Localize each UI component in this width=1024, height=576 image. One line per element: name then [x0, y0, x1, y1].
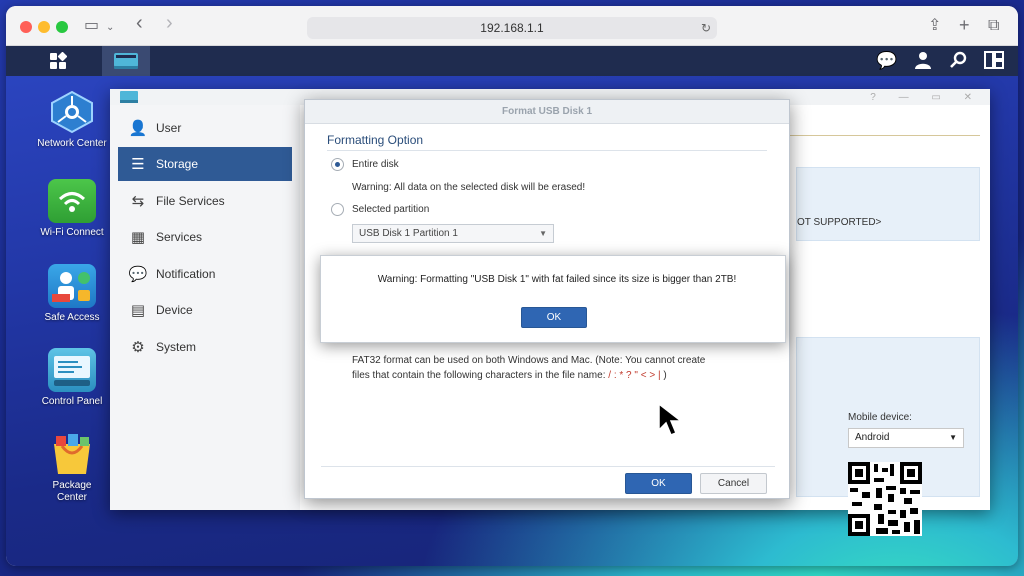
desktop-icon-control-panel[interactable]: Control Panel	[22, 348, 122, 408]
url-text: 192.168.1.1	[480, 21, 544, 35]
search-icon[interactable]	[948, 51, 970, 71]
sidebar-item-device[interactable]: ▤ Device	[118, 293, 292, 327]
sidebar-item-system[interactable]: ⚙ System	[118, 330, 292, 364]
chevron-down-icon: ▼	[539, 229, 547, 238]
user-icon: 👤	[128, 120, 148, 137]
user-account-icon[interactable]	[912, 51, 934, 71]
services-icon: ▦	[130, 229, 146, 246]
desktop-icon-label: Center	[56, 492, 87, 503]
dialog-footer-divider	[321, 466, 775, 467]
warning-alert-dialog: Warning: Formatting "USB Disk 1" with fa…	[320, 255, 786, 343]
selected-partition-radio[interactable]	[331, 203, 344, 216]
desktop-icon-label: Control Panel	[41, 396, 103, 407]
entire-disk-radio[interactable]	[331, 158, 344, 171]
minimize-window-button[interactable]	[38, 21, 50, 33]
entire-disk-label: Entire disk	[352, 159, 399, 170]
window-controls[interactable]: ? — ▭ ✕	[870, 92, 982, 103]
taskbar: 💬	[6, 46, 1018, 76]
qr-code-image	[848, 462, 922, 536]
format-ok-button[interactable]: OK	[625, 473, 692, 494]
browser-window: ▭ ⌄ ‹ › 192.168.1.1 ↻ ⇪ + ⧉ 💬 Network Ce…	[6, 6, 1018, 566]
sidebar-item-label: Notification	[156, 267, 216, 281]
mobile-device-select[interactable]: Android ▼	[848, 428, 964, 448]
erase-warning-text: Warning: All data on the selected disk w…	[352, 182, 586, 193]
reload-icon[interactable]: ↻	[701, 17, 711, 39]
desktop-icon-safe-access[interactable]: Safe Access	[22, 264, 122, 324]
taskbar-control-panel-button[interactable]	[102, 46, 150, 76]
widgets-icon[interactable]	[983, 51, 1005, 71]
desktop-icon-wifi-connect[interactable]: Wi-Fi Connect	[22, 179, 122, 239]
sidebar-item-notification[interactable]: 💬 Notification	[118, 257, 292, 291]
fat32-note-suffix: )	[663, 370, 667, 381]
formatting-option-heading: Formatting Option	[327, 133, 767, 151]
dialog-title: Format USB Disk 1	[305, 100, 789, 124]
mouse-cursor-icon	[658, 402, 683, 436]
fat32-note-prefix: files that contain the following charact…	[352, 370, 606, 381]
desktop-icon-label: Wi-Fi Connect	[40, 227, 104, 238]
partition-select-value: USB Disk 1 Partition 1	[359, 228, 458, 239]
network-center-icon	[48, 90, 96, 134]
wifi-icon	[48, 179, 96, 223]
sidebar-item-services[interactable]: ▦ Services	[118, 220, 292, 254]
fat32-note-line2: files that contain the following charact…	[352, 370, 667, 381]
sidebar-item-storage[interactable]: ☰ Storage	[118, 147, 292, 181]
forbidden-characters: / : * ? " < > |	[608, 370, 661, 381]
package-center-icon	[48, 432, 96, 476]
address-bar[interactable]: 192.168.1.1 ↻	[307, 17, 717, 39]
status-text: OT SUPPORTED>	[797, 217, 882, 228]
sidebar-item-label: Services	[156, 230, 203, 244]
mobile-device-label: Mobile device:	[848, 412, 912, 423]
tab-overview-icon[interactable]: ⧉	[988, 16, 999, 36]
chat-icon[interactable]: 💬	[876, 51, 898, 71]
file-services-icon: ⇆	[131, 193, 145, 210]
sidebar-item-label: User	[156, 121, 182, 135]
main-menu-button[interactable]	[34, 46, 82, 76]
content-divider	[790, 135, 980, 136]
share-icon[interactable]: ⇪	[928, 16, 941, 36]
back-icon[interactable]: ‹	[136, 13, 143, 33]
device-icon: ▤	[130, 302, 146, 319]
control-panel-sidebar: 👤 User ☰ Storage ⇆ File Services ▦ Servi…	[110, 105, 300, 510]
sidebar-toggle-icon[interactable]: ▭	[84, 16, 99, 36]
close-window-button[interactable]	[20, 21, 32, 33]
desktop-icon-label: Network Center	[37, 138, 107, 149]
desktop-icon-network-center[interactable]: Network Center	[22, 90, 122, 150]
zoom-window-button[interactable]	[56, 21, 68, 33]
chevron-down-icon[interactable]: ⌄	[106, 18, 114, 38]
selected-partition-label: Selected partition	[352, 204, 430, 215]
dsm-desktop: 💬 Network Center Wi-Fi Connect Safe Acce…	[6, 46, 1018, 566]
safe-access-icon	[48, 264, 96, 308]
desktop-icon-package-center[interactable]: Package Center	[22, 432, 122, 504]
sidebar-item-label: Storage	[156, 157, 199, 171]
alert-message: Warning: Formatting "USB Disk 1" with fa…	[377, 274, 737, 285]
storage-icon: ☰	[131, 156, 145, 173]
sidebar-item-user[interactable]: 👤 User	[118, 111, 292, 145]
control-panel-icon	[120, 91, 138, 103]
mobile-device-value: Android	[855, 432, 890, 443]
control-panel-icon	[114, 53, 138, 69]
format-cancel-button[interactable]: Cancel	[700, 473, 767, 494]
browser-toolbar: ▭ ⌄ ‹ › 192.168.1.1 ↻ ⇪ + ⧉	[6, 6, 1018, 46]
sidebar-item-label: File Services	[156, 194, 225, 208]
new-tab-icon[interactable]: +	[959, 15, 970, 35]
partition-select[interactable]: USB Disk 1 Partition 1 ▼	[352, 224, 554, 243]
info-panel: OT SUPPORTED>	[796, 167, 980, 241]
chevron-down-icon: ▼	[949, 433, 957, 442]
grid-icon	[50, 52, 67, 69]
alert-ok-button[interactable]: OK	[521, 307, 587, 328]
control-panel-icon	[48, 348, 96, 392]
system-icon: ⚙	[131, 339, 145, 356]
sidebar-item-label: System	[156, 340, 197, 354]
fat32-note-line1: FAT32 format can be used on both Windows…	[352, 355, 706, 366]
sidebar-item-label: Device	[156, 303, 193, 317]
forward-icon[interactable]: ›	[166, 13, 173, 33]
notification-icon: 💬	[128, 266, 148, 283]
desktop-icon-label: Package	[52, 480, 92, 491]
sidebar-item-file-services[interactable]: ⇆ File Services	[118, 184, 292, 218]
desktop-icon-label: Safe Access	[44, 312, 100, 323]
